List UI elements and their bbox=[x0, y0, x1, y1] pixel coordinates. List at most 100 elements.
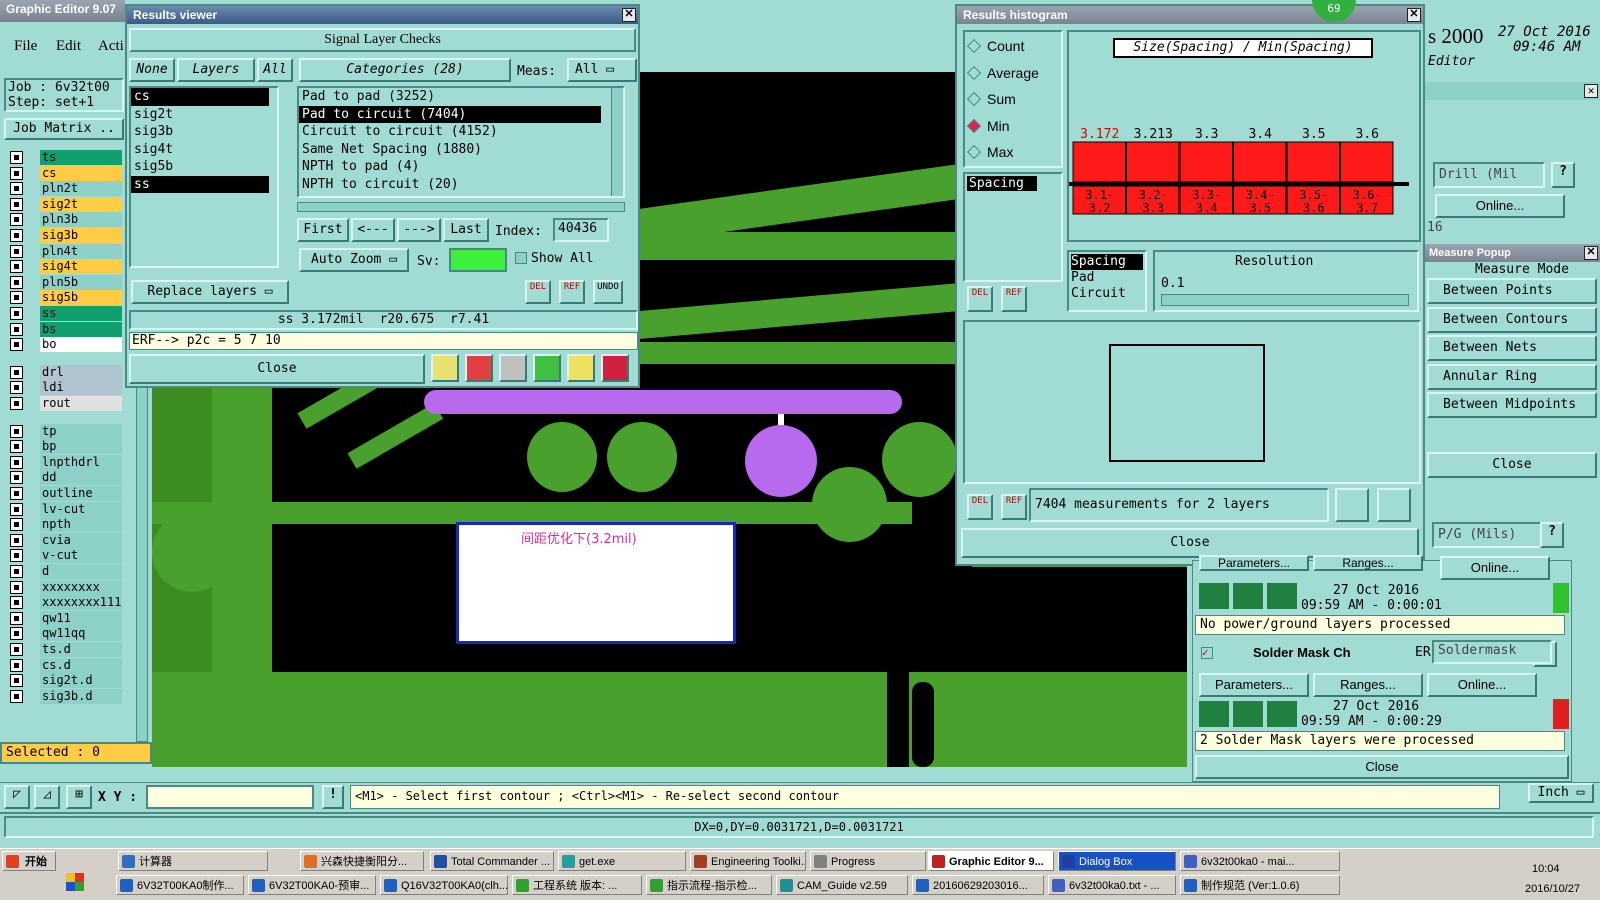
export-icon-2[interactable] bbox=[1377, 488, 1411, 522]
layer-checkbox[interactable] bbox=[10, 381, 23, 395]
meas-select[interactable]: All ▭ bbox=[567, 58, 637, 82]
layer-row[interactable]: d bbox=[8, 564, 122, 579]
layer-checkbox[interactable] bbox=[10, 674, 23, 688]
task-button[interactable]: 计算器 bbox=[118, 851, 268, 871]
task-button[interactable]: CAM_Guide v2.59 bbox=[776, 875, 908, 895]
layer-checkbox[interactable] bbox=[10, 275, 23, 289]
layer-checkbox[interactable] bbox=[10, 580, 23, 594]
layer-checkbox[interactable] bbox=[10, 322, 23, 336]
layer-row[interactable]: cs.d bbox=[8, 657, 122, 673]
resolution-slider[interactable] bbox=[1161, 294, 1409, 306]
layer-row[interactable]: sig4t bbox=[8, 259, 122, 275]
export-icon-1[interactable] bbox=[1335, 488, 1369, 522]
layer-row[interactable]: pln4t bbox=[8, 243, 122, 259]
results-category-list[interactable]: Pad to pad (3252) Pad to circuit (7404) Ci… bbox=[297, 86, 625, 198]
layer-checkbox[interactable] bbox=[10, 611, 23, 625]
results-layer-list[interactable]: cs sig2t sig3b sig4t sig5b ss bbox=[129, 86, 279, 268]
none-button[interactable]: None bbox=[129, 58, 175, 82]
layer-checkbox[interactable] bbox=[10, 213, 23, 227]
measure-mode-2[interactable]: Between Nets bbox=[1427, 335, 1597, 361]
layer-checkbox[interactable] bbox=[10, 166, 23, 180]
menu-edit[interactable]: Edit bbox=[56, 38, 81, 55]
last-button[interactable]: Last bbox=[443, 218, 489, 242]
layer-row[interactable]: ts bbox=[8, 150, 122, 165]
layer-checkbox[interactable] bbox=[10, 471, 23, 485]
layers-button[interactable]: Layers bbox=[177, 58, 255, 82]
online-button-3[interactable]: Online... bbox=[1440, 556, 1550, 580]
results-layer-item[interactable]: cs bbox=[131, 88, 269, 106]
solder-check[interactable]: ✓ bbox=[1201, 647, 1213, 659]
close-icon[interactable]: ✕ bbox=[1584, 246, 1598, 260]
task-button[interactable]: 6V32T00KA0-预审... bbox=[248, 875, 376, 895]
histogram-close-button[interactable]: Close bbox=[961, 528, 1419, 558]
online-button-2[interactable]: Online... bbox=[1427, 673, 1537, 697]
close-icon[interactable]: ✕ bbox=[1407, 8, 1421, 22]
layer-row[interactable]: bs bbox=[8, 321, 122, 337]
help-icon[interactable]: ? bbox=[1551, 162, 1575, 188]
histogram-bar[interactable] bbox=[1072, 141, 1126, 183]
layer-checkbox[interactable] bbox=[10, 643, 23, 656]
histogram-bar[interactable] bbox=[1179, 141, 1233, 183]
measure-mode-1[interactable]: Between Contours bbox=[1427, 306, 1597, 333]
task-button[interactable]: Total Commander ... bbox=[430, 851, 554, 871]
replace-layers-select[interactable]: Replace layers ▭ bbox=[131, 280, 289, 304]
type-item[interactable]: Circuit bbox=[1071, 286, 1143, 302]
layer-row[interactable]: sig3b bbox=[8, 228, 122, 243]
layer-checkbox[interactable] bbox=[10, 182, 23, 196]
parameters-button-2[interactable]: Parameters... bbox=[1199, 673, 1309, 697]
measure-mode-3[interactable]: Annular Ring bbox=[1427, 363, 1597, 390]
ref-button[interactable]: REF bbox=[1001, 286, 1027, 312]
layer-row[interactable]: drl bbox=[8, 364, 122, 380]
spacing-list[interactable]: Spacing bbox=[963, 172, 1063, 282]
prev-button[interactable]: <--- bbox=[351, 218, 395, 242]
annotation-box[interactable]: 间距优化下(3.2mil) bbox=[456, 522, 736, 644]
layer-checkbox[interactable] bbox=[10, 658, 23, 672]
results-close-button[interactable]: Close bbox=[129, 354, 425, 384]
layer-row[interactable]: ts.d bbox=[8, 642, 122, 657]
stat-option-average[interactable]: Average bbox=[966, 65, 1039, 85]
type-item[interactable]: Spacing bbox=[1071, 254, 1143, 270]
category-item[interactable]: Pad to pad (3252) bbox=[299, 88, 601, 106]
layer-row[interactable]: qw11 bbox=[8, 610, 122, 626]
layer-row[interactable]: xxxxxxxx bbox=[8, 579, 122, 595]
tool-icon-2[interactable] bbox=[465, 354, 493, 382]
results-layer-item[interactable]: sig3b bbox=[131, 123, 269, 141]
layer-row[interactable]: xxxxxxxx111 bbox=[8, 595, 122, 611]
first-button[interactable]: First bbox=[297, 218, 349, 242]
drill-field[interactable]: Drill (Mil bbox=[1433, 162, 1545, 188]
task-button[interactable]: Engineering Toolki... bbox=[690, 851, 806, 871]
job-matrix-button[interactable]: Job Matrix .. bbox=[4, 118, 124, 140]
tool-icon-3[interactable] bbox=[499, 354, 527, 382]
unit-select[interactable]: Inch ▭ bbox=[1528, 783, 1594, 803]
layer-row[interactable]: tp bbox=[8, 423, 122, 439]
checks-close-button[interactable]: Close bbox=[1195, 755, 1569, 779]
layer-checkbox[interactable] bbox=[10, 197, 23, 211]
next-button[interactable]: ---> bbox=[397, 218, 441, 242]
layer-row[interactable]: qw11qq bbox=[8, 626, 122, 642]
parameters-button[interactable]: Parameters... bbox=[1199, 555, 1309, 571]
histogram-bar[interactable] bbox=[1233, 141, 1287, 183]
layer-checkbox[interactable] bbox=[10, 338, 23, 352]
type-list[interactable]: Spacing Pad Circuit bbox=[1067, 250, 1147, 312]
task-button[interactable]: 20160629203016... bbox=[912, 875, 1044, 895]
layer-checkbox[interactable] bbox=[10, 307, 23, 320]
grid-icon[interactable]: ⊞ bbox=[66, 785, 92, 809]
layer-row[interactable]: pln3b bbox=[8, 212, 122, 228]
all-button[interactable]: All bbox=[257, 58, 293, 82]
measure-mode-4[interactable]: Between Midpoints bbox=[1427, 392, 1597, 418]
layer-checkbox[interactable] bbox=[10, 549, 23, 563]
layer-checkbox[interactable] bbox=[10, 151, 23, 164]
layer-row[interactable]: ldi bbox=[8, 380, 122, 396]
task-button[interactable]: 工程系统 版本: ... bbox=[512, 875, 642, 895]
category-item[interactable]: Same Net Spacing (1880) bbox=[299, 141, 601, 159]
layer-row[interactable]: v-cut bbox=[8, 548, 122, 564]
results-layer-item[interactable]: sig4t bbox=[131, 141, 269, 159]
close-icon[interactable]: ✕ bbox=[1584, 84, 1598, 98]
layer-row[interactable]: cs bbox=[8, 165, 122, 181]
layer-row[interactable]: sig5b bbox=[8, 290, 122, 306]
tool-icon-a[interactable]: ◸ bbox=[4, 785, 30, 809]
task-button[interactable]: 制作规范 (Ver:1.0.6) bbox=[1180, 875, 1340, 895]
undo-button[interactable]: UNDO bbox=[593, 280, 623, 304]
layer-row[interactable]: npth bbox=[8, 517, 122, 533]
stat-option-min[interactable]: Min bbox=[966, 118, 1010, 138]
